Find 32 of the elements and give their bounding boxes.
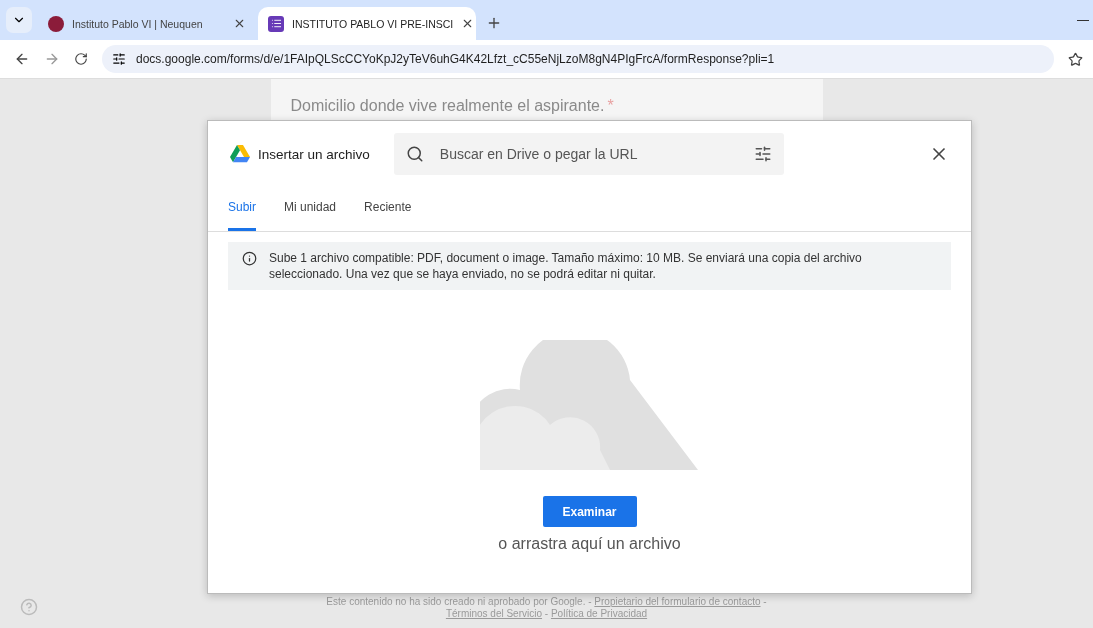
site-info-icon[interactable] — [112, 52, 126, 66]
notice-text: Sube 1 archivo compatible: PDF, document o image. Tamaño máximo: 10 MB. Se enviará una copia del archivo seleccionado. Una vez que se haya enviado, no se podrá editar ni quitar. — [269, 250, 863, 282]
filter-icon[interactable] — [753, 145, 772, 163]
dialog-tab[interactable]: Reciente — [364, 187, 412, 231]
search-icon — [405, 145, 424, 163]
tab-title: INSTITUTO PABLO VI PRE-INSCI — [292, 17, 454, 30]
minimize-icon[interactable] — [1077, 19, 1089, 21]
dialog-tab[interactable]: Subir — [228, 187, 256, 231]
close-tab-icon[interactable] — [233, 17, 246, 30]
form-list-icon — [268, 15, 284, 32]
site-logo-icon — [48, 15, 64, 32]
new-tab-icon[interactable] — [486, 15, 502, 31]
search-field[interactable]: Buscar en Drive o pegar la URL — [437, 145, 740, 163]
form-question: Domicilio donde vive realmente el aspirante. * — [270, 79, 823, 123]
address-bar[interactable]: docs.google.com/forms/d/e/1FAIpQLScCCYoKpJ2yTeV6uhG4K42Lfzt_cC55eNjLzoM8gN4PIgFrcA/formResponse?pli=1 — [102, 45, 1054, 73]
drive-logo-icon — [230, 145, 250, 163]
browse-button[interactable]: Examinar — [542, 496, 637, 527]
browser-tab[interactable]: Instituto Pablo VI | Neuquen — [38, 7, 256, 40]
drop-hint: o arrastra aquí un archivo — [498, 535, 681, 553]
dialog-title: Insertar un archivo — [258, 146, 370, 162]
tab-list-button[interactable] — [6, 7, 32, 33]
tab-title: Instituto Pablo VI | Neuquen — [72, 17, 204, 30]
search-bar[interactable]: Buscar en Drive o pegar la URL — [393, 133, 784, 175]
reload-icon[interactable] — [74, 52, 88, 66]
dialog-tab[interactable]: Mi unidad — [284, 187, 337, 231]
forward-icon[interactable] — [44, 51, 60, 67]
info-icon — [242, 251, 257, 266]
bookmark-star-icon[interactable] — [1068, 51, 1083, 67]
browser-tab[interactable]: INSTITUTO PABLO VI PRE-INSCI — [258, 7, 476, 40]
footer-disclaimer: Este contenido no ha sido creado ni aprobado por Google. - Propietario del formulario de contacto - Términos del Servicio - Política de Privacidad — [325, 596, 768, 620]
back-icon[interactable] — [14, 51, 30, 67]
url-text: docs.google.com/forms/d/e/1FAIpQLScCCYoKpJ2yTeV6uhG4K42Lfzt_cC55eNjLzoM8gN4PIgFrcA/formResponse?pli=1 — [136, 52, 775, 66]
